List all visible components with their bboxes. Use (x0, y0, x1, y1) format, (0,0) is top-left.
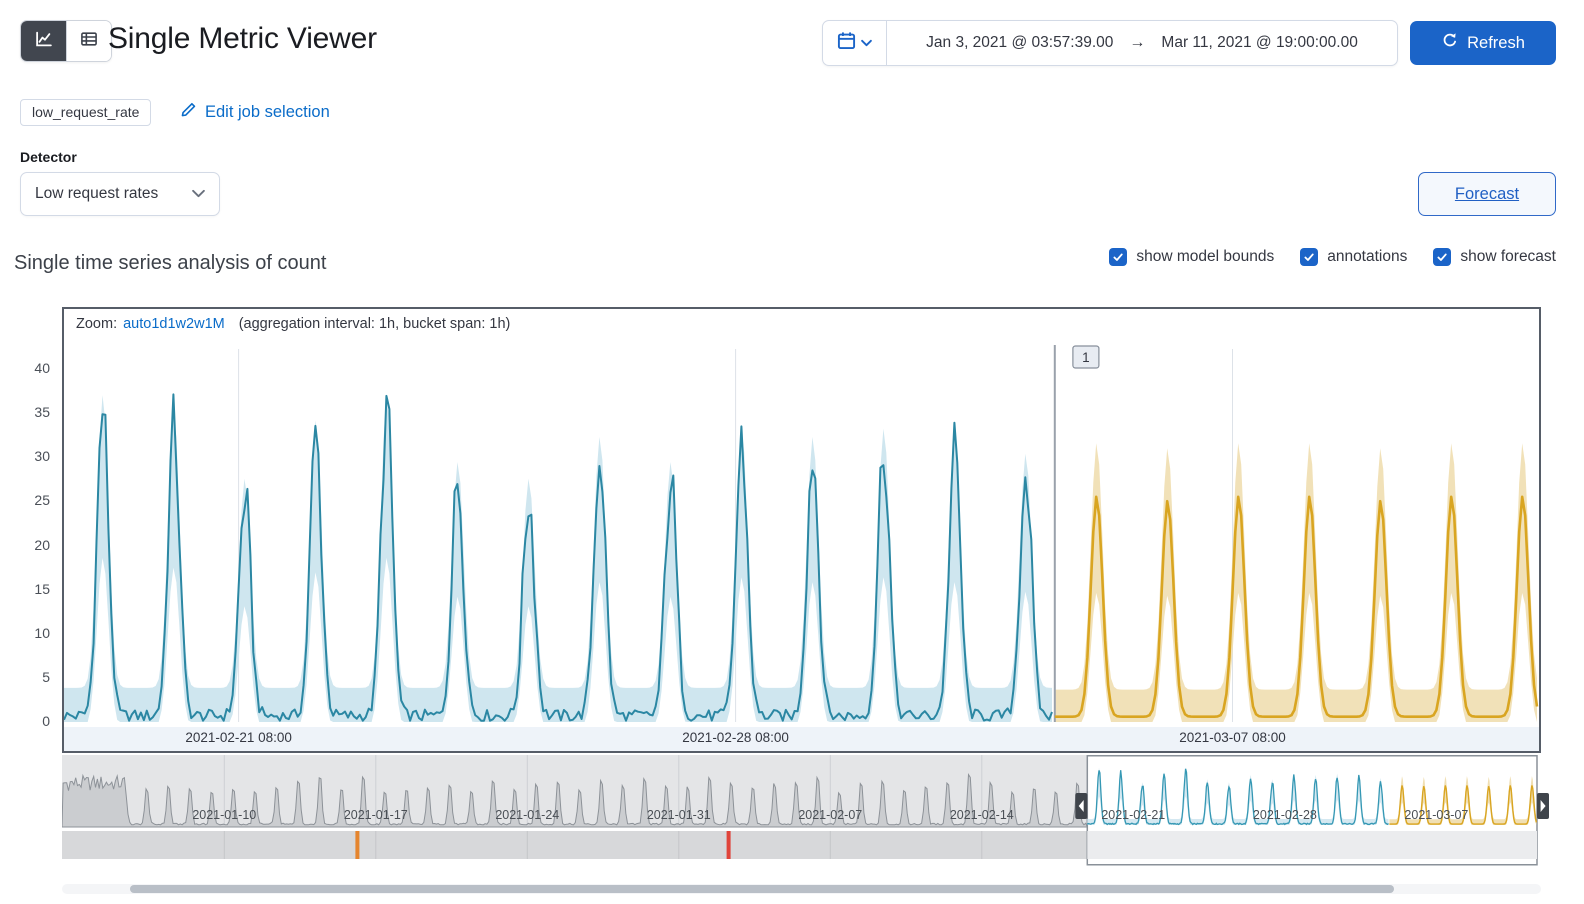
context-tick-label: 2021-02-14 (950, 808, 1014, 822)
y-tick-label: 15 (34, 580, 50, 597)
edit-job-selection-link[interactable]: Edit job selection (180, 101, 330, 123)
table-icon (80, 30, 98, 53)
toggle-show-model-bounds[interactable]: show model bounds (1109, 248, 1274, 266)
zoom-option-1w[interactable]: 1w (167, 316, 186, 332)
zoom-controls: Zoom: auto1d1w2w1M (aggregation interval… (64, 309, 1539, 339)
checkbox-checked-icon[interactable] (1433, 248, 1452, 266)
annotation-badge[interactable]: 1 (1072, 345, 1100, 369)
detector-selected-value: Low request rates (35, 185, 159, 202)
view-toggle-group (20, 20, 112, 62)
y-tick-label: 20 (34, 536, 50, 553)
toggle-annotations[interactable]: annotations (1300, 248, 1407, 266)
x-tick-label: 2021-02-28 08:00 (682, 730, 789, 745)
start-date[interactable]: Jan 3, 2021 @ 03:57:39.00 (926, 34, 1113, 52)
chart-view-button[interactable] (21, 21, 66, 61)
forecast-bounds-band (1054, 443, 1537, 722)
forecast-button[interactable]: Forecast (1418, 172, 1556, 216)
zoom-option-auto[interactable]: auto (123, 316, 151, 332)
context-tick-label: 2021-02-07 (798, 808, 862, 822)
horizontal-scrollbar-thumb[interactable] (130, 885, 1394, 893)
context-selection-tick-label: 2021-02-28 (1253, 808, 1317, 822)
x-tick-label: 2021-02-21 08:00 (185, 730, 292, 745)
job-badge: low_request_rate (20, 99, 152, 126)
y-tick-label: 25 (34, 492, 50, 509)
chevron-down-icon (192, 185, 205, 203)
annotation-mark[interactable] (726, 831, 731, 859)
context-tick-label: 2021-01-17 (344, 808, 408, 822)
chart-toggles-row: show model bounds annotations show forecas… (1109, 248, 1556, 266)
zoom-option-1d[interactable]: 1d (151, 316, 167, 332)
section-title: Single time series analysis of count (14, 252, 327, 274)
x-tick-label: 2021-03-07 08:00 (1179, 730, 1286, 745)
annotation-mark[interactable] (355, 831, 360, 859)
context-selection-tick-label: 2021-03-07 (1404, 808, 1468, 822)
svg-text:1: 1 (1082, 350, 1090, 365)
observed-series-line (64, 393, 1053, 722)
pencil-icon (180, 101, 197, 123)
main-chart-container: Zoom: auto1d1w2w1M (aggregation interval… (62, 307, 1541, 753)
context-tick-label: 2021-01-10 (192, 808, 256, 822)
chevron-down-icon (861, 34, 872, 52)
checkbox-checked-icon[interactable] (1109, 248, 1128, 266)
y-tick-label: 5 (42, 668, 50, 685)
aggregation-info: (aggregation interval: 1h, bucket span: … (238, 316, 511, 332)
page-title: Single Metric Viewer (108, 22, 377, 55)
zoom-option-2w[interactable]: 2w (186, 316, 205, 332)
date-picker-menu-button[interactable] (823, 21, 887, 65)
y-tick-label: 35 (34, 404, 50, 421)
y-tick-label: 10 (34, 624, 50, 641)
zoom-label: Zoom: (76, 316, 118, 332)
detector-select[interactable]: Low request rates (20, 172, 220, 216)
model-bounds-band (64, 395, 1052, 722)
zoom-option-1m[interactable]: 1M (205, 316, 225, 332)
x-axis-labels: 2021-02-21 08:00 2021-02-28 08:00 2021-03-… (64, 727, 1539, 751)
single-metric-viewer-page: Single Metric Viewer Jan 3, 2021 @ 03:57… (0, 0, 1584, 904)
time-range-picker: Jan 3, 2021 @ 03:57:39.00 → Mar 11, 2021… (822, 20, 1398, 66)
end-date[interactable]: Mar 11, 2021 @ 19:00:00.00 (1161, 34, 1357, 52)
zoom-links: auto1d1w2w1M (123, 316, 225, 332)
right-arrow-icon: → (1129, 34, 1146, 51)
toggle-show-forecast[interactable]: show forecast (1433, 248, 1556, 266)
detector-label: Detector (20, 149, 77, 165)
refresh-label: Refresh (1467, 33, 1525, 52)
checkbox-checked-icon[interactable] (1300, 248, 1319, 266)
y-tick-label: 0 (42, 713, 50, 729)
context-selection-tick-label: 2021-02-21 (1101, 808, 1165, 822)
refresh-icon (1441, 32, 1458, 54)
y-tick-label: 40 (34, 360, 50, 376)
table-view-button[interactable] (66, 21, 111, 61)
context-chart[interactable]: 2021-01-10 2021-01-17 2021-01-24 2021-01-31… (62, 755, 1550, 871)
toggle-label: annotations (1327, 248, 1408, 265)
context-tick-label: 2021-01-24 (495, 808, 559, 822)
selection-right-handle[interactable] (1537, 793, 1549, 819)
time-range-values: Jan 3, 2021 @ 03:57:39.00 → Mar 11, 2021… (887, 34, 1397, 52)
toggle-label: show model bounds (1136, 248, 1275, 265)
refresh-button[interactable]: Refresh (1410, 21, 1556, 65)
toggle-label: show forecast (1460, 248, 1556, 265)
edit-link-label: Edit job selection (205, 102, 330, 121)
context-tick-label: 2021-01-31 (647, 808, 711, 822)
line-chart-icon (35, 30, 53, 53)
selection-left-handle[interactable] (1075, 793, 1088, 819)
y-tick-label: 30 (34, 448, 50, 465)
time-series-plot[interactable]: 1 (64, 339, 1539, 727)
calendar-icon (837, 31, 856, 55)
